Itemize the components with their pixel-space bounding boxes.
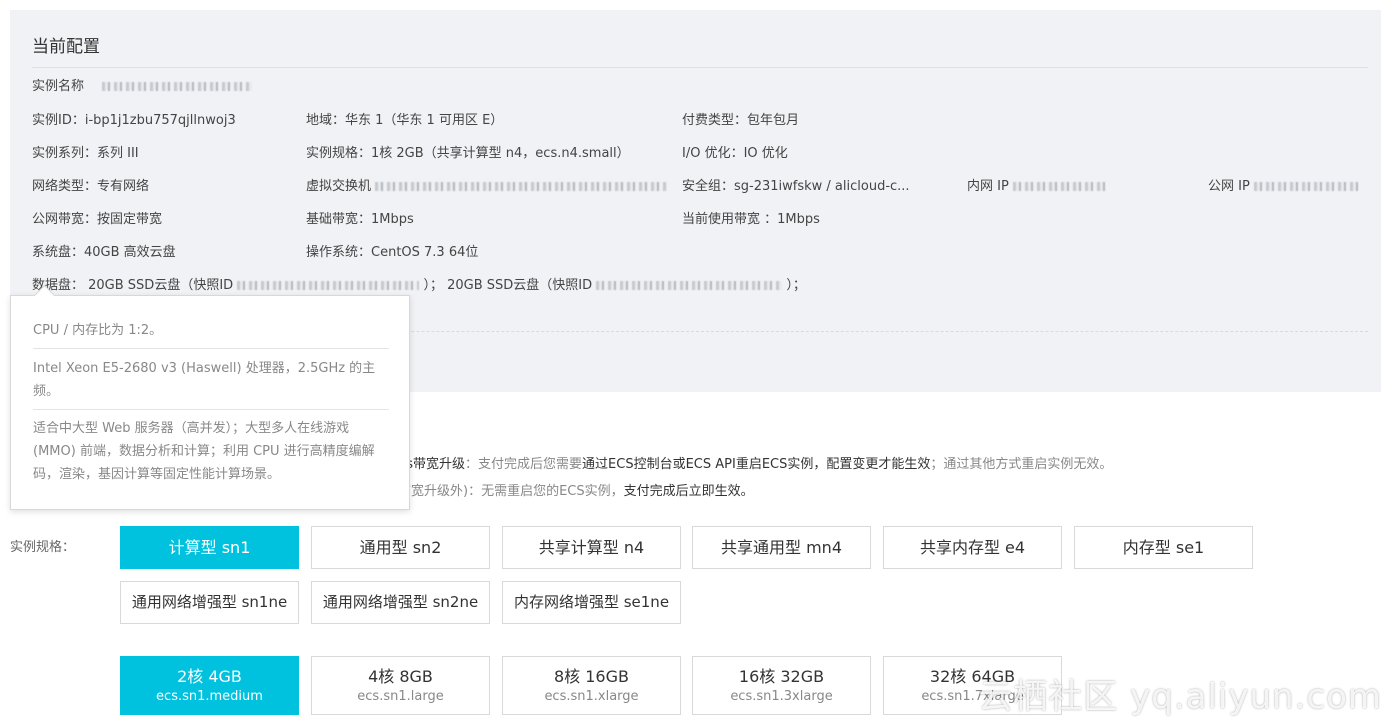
- family-option-sn2[interactable]: 通用型 sn2: [311, 526, 490, 569]
- notice-text: ：支付完成后您需要: [465, 457, 583, 472]
- family-option-mn4[interactable]: 共享通用型 mn4: [692, 526, 871, 569]
- tooltip-ratio: CPU / 内存比为 1:2。: [33, 323, 163, 338]
- base-bandwidth-field: 基础带宽：1Mbps: [306, 212, 414, 227]
- public-ip-label: 公网 IP: [1208, 179, 1250, 194]
- private-ip-label: 内网 IP: [967, 179, 1009, 194]
- instance-name-label: 实例名称: [32, 79, 85, 94]
- billing-field: 付费类型：包年包月: [682, 113, 800, 128]
- redacted-vswitch: [375, 182, 668, 191]
- family-option-e4[interactable]: 共享内存型 e4: [883, 526, 1062, 569]
- family-option-se1ne[interactable]: 内存网络增强型 se1ne: [502, 581, 681, 624]
- watermark: 云栖社区 yq.aliyun.com: [978, 677, 1382, 717]
- system-disk-field: 系统盘：40GB 高效云盘: [32, 245, 176, 260]
- size-main: 16核 32GB: [738, 667, 825, 686]
- spec-tooltip: CPU / 内存比为 1:2。 Intel Xeon E5-2680 v3 (H…: [10, 295, 410, 510]
- notice-line-2: 带宽升级外)：无需重启您的ECS实例，支付完成后立即生效。: [398, 480, 754, 499]
- os-field: 操作系统：CentOS 7.3 64位: [306, 245, 479, 260]
- redacted-snapshot-id-1: [237, 281, 420, 290]
- data-disk-label: 数据盘： 20GB SSD云盘（快照ID: [32, 278, 234, 293]
- redacted-snapshot-id-2: [596, 281, 783, 290]
- divider: [32, 67, 1368, 68]
- redacted-private-ip: [1012, 182, 1105, 191]
- bandwidth-field: 公网带宽：按固定带宽: [32, 212, 163, 227]
- tooltip-usage: 适合中大型 Web 服务器（高并发）；大型多人在线游戏 (MMO) 前端，数据分…: [33, 421, 375, 482]
- data-disk-mid: ）； 20GB SSD云盘（快照ID: [423, 278, 593, 293]
- current-bandwidth-field: 当前使用带宽 ：1Mbps: [682, 212, 820, 227]
- size-sub: ecs.sn1.3xlarge: [730, 689, 833, 704]
- size-sub: ecs.sn1.large: [357, 689, 444, 704]
- notice-restart: 通过ECS控制台或ECS API重启ECS实例，配置变更才能生效: [582, 457, 931, 472]
- data-disk-end: ）；: [786, 278, 806, 293]
- instance-id-field: 实例ID：i-bp1j1zbu757qjllnwoj3: [32, 113, 236, 128]
- notice-line-1: ps带宽升级：支付完成后您需要通过ECS控制台或ECS API重启ECS实例，配…: [398, 453, 1112, 472]
- tooltip-processor: Intel Xeon E5-2680 v3 (Haswell) 处理器，2.5G…: [33, 361, 376, 399]
- family-option-sn2ne[interactable]: 通用网络增强型 sn2ne: [311, 581, 490, 624]
- instance-name-field: 实例名称: [32, 75, 253, 94]
- family-option-sn1ne[interactable]: 通用网络增强型 sn1ne: [120, 581, 299, 624]
- public-ip-field: 公网 IP: [1208, 175, 1358, 194]
- region-field: 地域：华东 1（华东 1 可用区 E）: [306, 113, 504, 128]
- panel-title: 当前配置: [32, 37, 100, 57]
- vswitch-label: 虚拟交换机: [306, 179, 372, 194]
- size-option-xlarge[interactable]: 8核 16GB ecs.sn1.xlarge: [502, 656, 681, 715]
- size-main: 8核 16GB: [553, 667, 629, 686]
- size-sub: ecs.sn1.xlarge: [544, 689, 639, 704]
- notice-text: ；通过其他方式重启实例无效。: [930, 457, 1113, 472]
- family-option-sn1[interactable]: 计算型 sn1: [120, 526, 299, 569]
- size-main: 2核 4GB: [177, 667, 242, 686]
- spec-field: 实例规格：1核 2GB（共享计算型 n4，ecs.n4.small）: [306, 146, 630, 161]
- vswitch-field: 虚拟交换机: [306, 175, 668, 194]
- network-field: 网络类型：专有网络: [32, 179, 150, 194]
- redacted-instance-name: [102, 82, 253, 91]
- series-field: 实例系列：系列 III: [32, 146, 139, 161]
- size-option-3xlarge[interactable]: 16核 32GB ecs.sn1.3xlarge: [692, 656, 871, 715]
- size-option-large[interactable]: 4核 8GB ecs.sn1.large: [311, 656, 490, 715]
- redacted-public-ip: [1253, 182, 1358, 191]
- size-option-medium[interactable]: 2核 4GB ecs.sn1.medium: [120, 656, 299, 715]
- data-disk-field: 数据盘： 20GB SSD云盘（快照ID ）； 20GB SSD云盘（快照ID …: [32, 274, 806, 293]
- size-sub: ecs.sn1.medium: [156, 689, 263, 704]
- size-main: 4核 8GB: [368, 667, 433, 686]
- security-group-field: 安全组：sg-231iwfskw / alicloud-c...: [682, 179, 910, 194]
- tooltip-divider: [33, 348, 389, 349]
- family-option-n4[interactable]: 共享计算型 n4: [502, 526, 681, 569]
- spec-label: 实例规格：: [10, 540, 76, 555]
- family-option-se1[interactable]: 内存型 se1: [1074, 526, 1253, 569]
- tooltip-divider: [33, 409, 389, 410]
- notice-immediate: 支付完成后立即生效。: [623, 484, 754, 499]
- io-field: I/O 优化：IO 优化: [682, 146, 788, 161]
- private-ip-field: 内网 IP: [967, 175, 1105, 194]
- notice-text: 带宽升级外)：无需重启您的ECS实例，: [398, 484, 624, 499]
